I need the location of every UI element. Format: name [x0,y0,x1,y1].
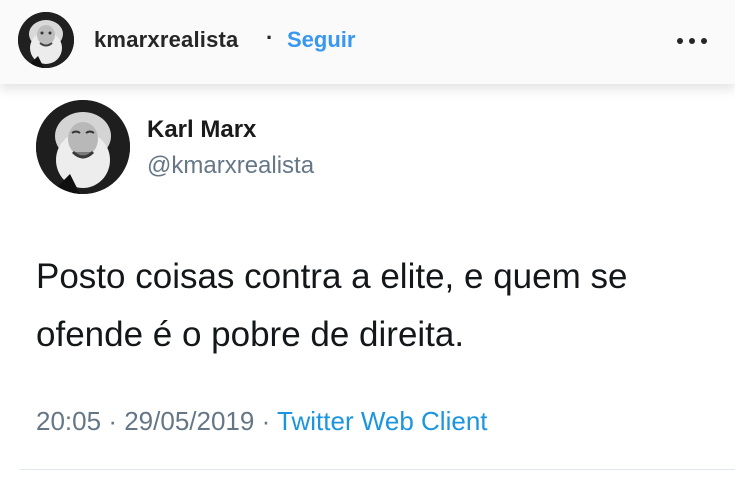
more-options-icon[interactable] [677,38,711,46]
profile-avatar-icon[interactable] [18,12,74,68]
tweet-avatar-icon [36,100,130,194]
tweet-client-link[interactable]: Twitter Web Client [277,406,487,436]
tweet-date: 29/05/2019 [124,406,255,436]
tweet-text-line: ofende é o pobre de direita. [36,315,465,354]
tweet-screenshot-card: Karl Marx @kmarxrealista Posto coisas co… [0,84,735,496]
divider [20,469,735,470]
dot-icon [701,38,707,44]
meta-separator: · [261,406,271,436]
dot-icon [689,38,695,44]
post-username[interactable]: kmarxrealista [94,27,238,53]
instagram-post-header: kmarxrealista · Seguir [0,0,735,84]
tweet-text: Posto coisas contra a elite, e quem se o… [36,248,716,364]
tweet-handle: @kmarxrealista [147,152,315,179]
tweet-display-name: Karl Marx [147,116,257,143]
separator-dot: · [266,25,274,50]
karl-marx-avatar-icon [18,12,74,68]
follow-button[interactable]: Seguir [287,27,355,53]
tweet-text-line: Posto coisas contra a elite, e quem se [36,257,628,296]
tweet-time: 20:05 [36,406,102,436]
tweet-metadata: 20:05 · 29/05/2019 · Twitter Web Client [36,406,488,437]
dot-icon [677,38,683,44]
karl-marx-avatar-icon [36,100,130,194]
meta-separator: · [108,406,117,436]
